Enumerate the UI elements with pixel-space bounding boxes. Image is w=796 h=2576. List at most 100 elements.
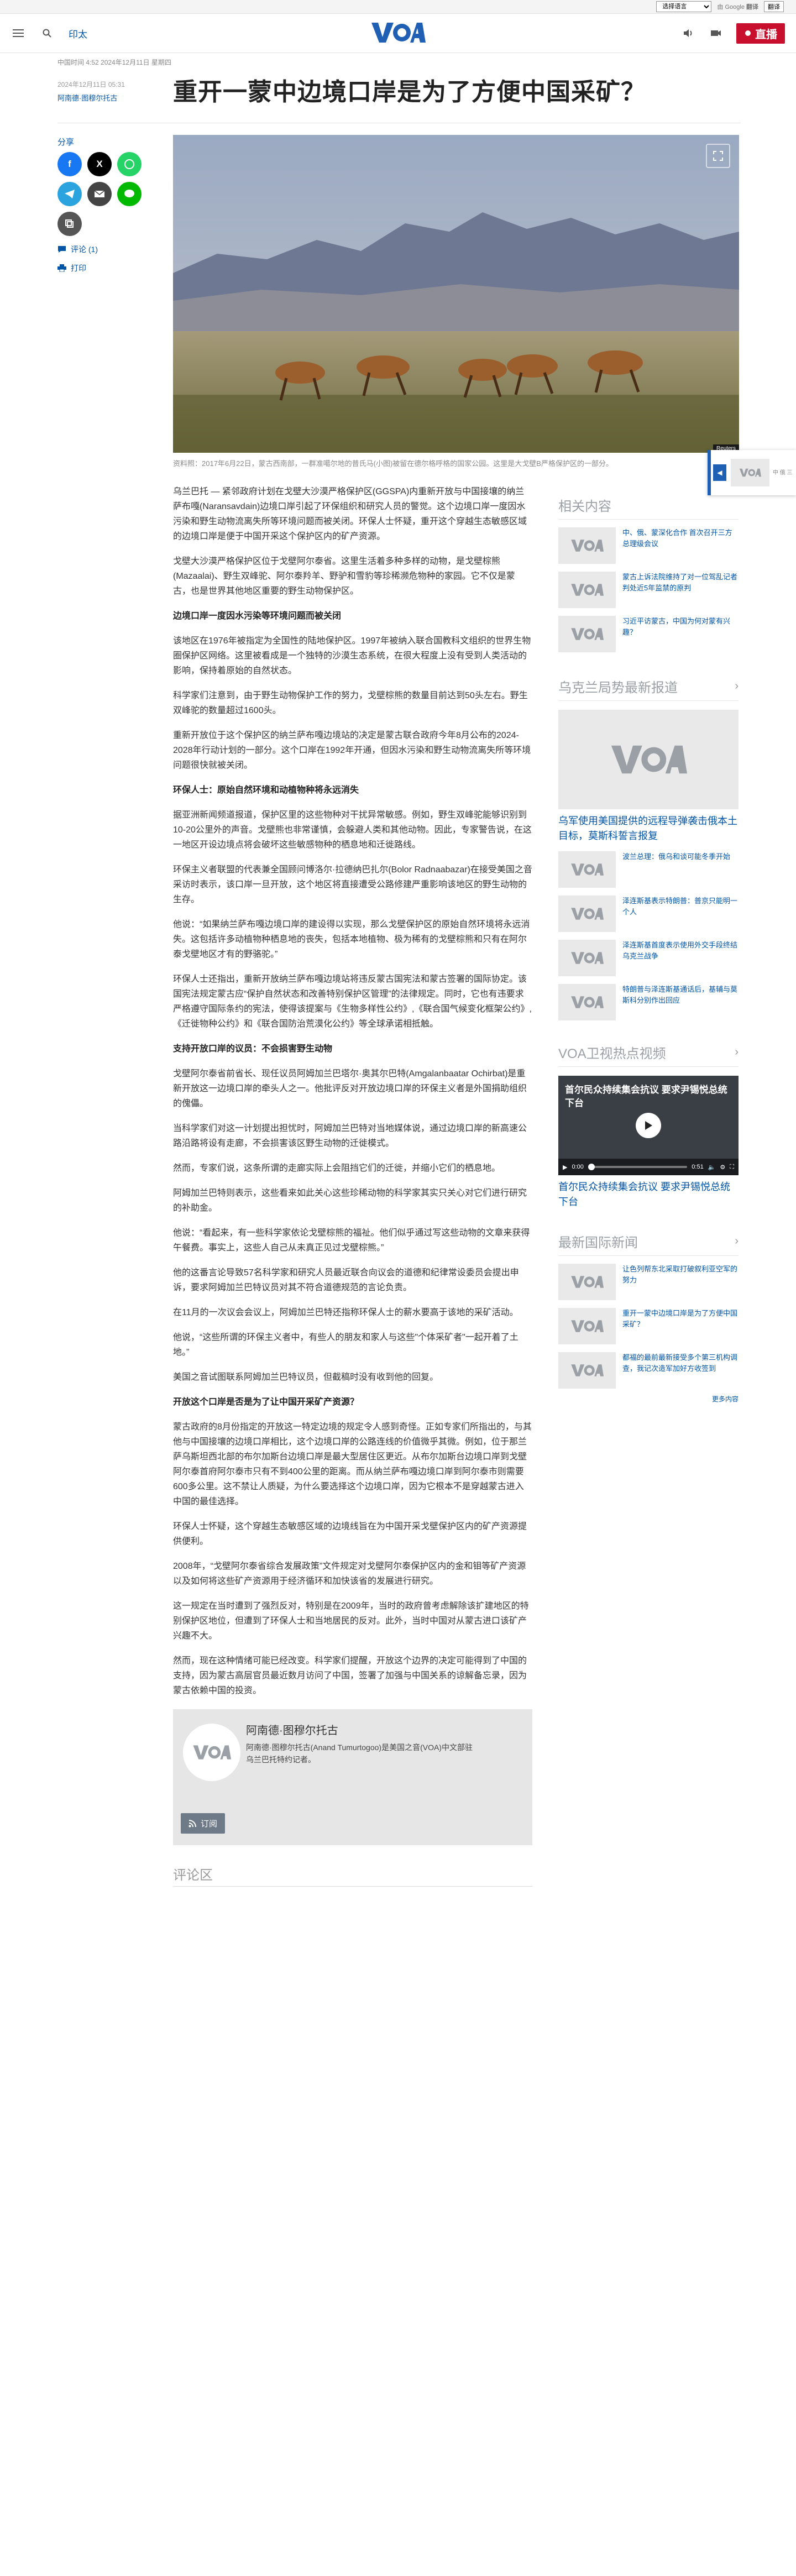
paragraph: 他说：“看起来，有一些科学家依论戈壁棕熊的福祉。他们似乎通过写这些动物的文章来获…: [173, 1228, 530, 1253]
whatsapp-icon[interactable]: [117, 152, 142, 176]
list-item-title[interactable]: 中、俄、蒙深化合作 首次召开三方总理级会议: [622, 527, 739, 564]
list-item[interactable]: 蒙古上诉法院维持了对一位驾乱记者判处近5年监禁的原判: [558, 572, 739, 608]
email-icon[interactable]: [87, 182, 112, 206]
list-item[interactable]: 重开一蒙中边境口岸是为了方便中国采矿？: [558, 1308, 739, 1344]
seek-knob[interactable]: [588, 1164, 595, 1170]
voa-placeholder-icon: [571, 1276, 604, 1288]
video-overlay-title: 首尔民众持续集会抗议 要求尹锡悦总统下台: [565, 1085, 727, 1108]
voa-placeholder-icon: [571, 540, 604, 552]
publish-date: 2024年12月11日 05:31: [57, 81, 125, 88]
list-item-title[interactable]: 波兰总理：俄乌和谈可能冬季开始: [622, 851, 730, 888]
thumbnail: [558, 896, 616, 932]
paragraph: 重新开放位于这个保护区的纳兰萨布嘎边境站的决定是蒙古联合政府今年8月公布的202…: [173, 731, 531, 770]
list-item-title[interactable]: 特朗普与泽连斯基通话后，基辅与莫斯科分别作出回应: [622, 984, 739, 1020]
language-select[interactable]: 选择语言: [656, 1, 712, 12]
list-item-title[interactable]: 习近平访蒙古，中国为何对蒙有兴趣？: [622, 616, 739, 652]
comments-link[interactable]: 评论 (1): [57, 244, 151, 255]
video-caption[interactable]: 首尔民众持续集会抗议 要求尹锡悦总统下台: [558, 1180, 739, 1210]
thumbnail: [558, 1352, 616, 1389]
list-item[interactable]: 泽连斯基表示特朗普：普京只能明一个人: [558, 896, 739, 932]
thumbnail: [558, 940, 616, 976]
line-icon[interactable]: [117, 182, 142, 206]
video-icon[interactable]: [709, 26, 723, 40]
audio-icon[interactable]: [681, 26, 695, 40]
list-item[interactable]: 让色列帮东北采取打破叙利亚空军的努力: [558, 1264, 739, 1300]
paragraph: 环保人士怀疑，这个穿越生态敏感区域的边境线旨在为中国开采戈壁保护区内的矿产资源提…: [173, 1522, 527, 1546]
share-label: 分享: [57, 138, 75, 147]
paragraph: 他说：“如果纳兰萨布嘎边境口岸的建设得以实现，那么戈壁保护区的原始自然环境将永远…: [173, 920, 530, 959]
author-name[interactable]: 阿南德·图穆尔托古: [246, 1721, 338, 1737]
video-controls: ▶ 0:00 0:51 🔈 ⚙ ⛶: [558, 1159, 739, 1175]
list-item-title[interactable]: 让色列帮东北采取打破叙利亚空军的努力: [622, 1264, 739, 1300]
paragraph: 据亚洲新闻频道报道，保护区里的这些物种对干扰异常敏感。例如，野生双峰驼能够识别到…: [173, 810, 532, 850]
section-link[interactable]: 印太: [69, 27, 87, 40]
feature-thumbnail: [558, 710, 739, 809]
subscribe-button[interactable]: 订阅: [181, 1813, 226, 1834]
play-small-icon[interactable]: ▶: [563, 1164, 567, 1171]
list-item[interactable]: 泽连斯基首度表示使用外交手段终结乌克兰战争: [558, 940, 739, 976]
paragraph: 这一规定在当时遭到了强烈反对，特别是在2009年，当时的政府曾考虑解除该扩建地区…: [173, 1601, 529, 1641]
chevron-icon[interactable]: ◀: [713, 464, 726, 481]
search-icon[interactable]: [40, 26, 54, 40]
print-icon: [57, 264, 66, 272]
list-item[interactable]: 习近平访蒙古，中国为何对蒙有兴趣？: [558, 616, 739, 652]
settings-icon[interactable]: ⚙: [720, 1164, 725, 1171]
copy-link-icon[interactable]: [57, 212, 82, 236]
list-item-title[interactable]: 泽连斯基表示特朗普：普京只能明一个人: [622, 896, 739, 932]
voa-placeholder-icon: [611, 745, 687, 774]
list-item-title[interactable]: 都福的最前最新接受多个第三机构调查，我记次造军加好方收签到: [622, 1352, 739, 1389]
translate-button[interactable]: 翻译: [764, 1, 784, 12]
avatar: [183, 1724, 240, 1781]
author-bio: 阿南德·图穆尔托古(Anand Tumurtogoo)是美国之音(VOA)中文部…: [246, 1743, 473, 1764]
live-label: 直播: [755, 28, 777, 41]
paragraph: 然而，专家们说，这条所谓的走廊实际上会阻挡它们的迁徙，并缩小它们的栖息地。: [173, 1164, 501, 1173]
live-button[interactable]: 直播: [736, 23, 785, 44]
facebook-icon[interactable]: f: [57, 152, 82, 176]
play-icon[interactable]: [636, 1113, 661, 1138]
ukraine-title[interactable]: 乌克兰局势最新报道 ›: [558, 677, 739, 701]
intl-news-title[interactable]: 最新国际新闻 ›: [558, 1232, 739, 1256]
share-panel: 分享 f X 评论 (1) 打印: [57, 136, 151, 274]
expand-icon[interactable]: [706, 144, 730, 168]
paragraph: 乌兰巴托 — 紧邻政府计划在戈壁大沙漠严格保护区(GGSPA)内重新开放与中国接…: [173, 487, 527, 541]
floating-related-card[interactable]: ◀ 中 俄 三: [708, 450, 796, 495]
feature-title[interactable]: 乌军使用美国提供的远程导弹袭击俄本土目标，莫斯科誓言报复: [558, 814, 739, 844]
video-player[interactable]: 首尔民众持续集会抗议 要求尹锡悦总统下台 ▶ 0:00 0:51 🔈 ⚙ ⛶: [558, 1076, 739, 1175]
thumbnail: [558, 1264, 616, 1300]
list-item[interactable]: 都福的最前最新接受多个第三机构调查，我记次造军加好方收签到: [558, 1352, 739, 1389]
fullscreen-icon[interactable]: ⛶: [730, 1164, 734, 1171]
paragraph: 戈壁大沙漠严格保护区位于戈壁阿尔泰省。这里生活着多种多样的动物，是戈壁棕熊(Ma…: [173, 557, 515, 596]
print-link[interactable]: 打印: [57, 263, 151, 274]
list-item-title[interactable]: 蒙古上诉法院维持了对一位驾乱记者判处近5年监禁的原判: [622, 572, 739, 608]
menu-icon[interactable]: [11, 26, 25, 40]
list-item[interactable]: 中、俄、蒙深化合作 首次召开三方总理级会议: [558, 527, 739, 564]
list-item[interactable]: 特朗普与泽连斯基通话后，基辅与莫斯科分别作出回应: [558, 984, 739, 1020]
paragraph: 阿姆加兰巴特则表示，这些看来如此关心这些珍稀动物的科学家其实只关心对它们进行研究…: [173, 1188, 527, 1213]
list-item[interactable]: 波兰总理：俄乌和谈可能冬季开始: [558, 851, 739, 888]
x-icon[interactable]: X: [87, 152, 112, 176]
section-heading: 边境口岸一度因水污染等环境问题而被关闭: [173, 611, 342, 621]
thumbnail: [558, 527, 616, 564]
seek-bar[interactable]: [588, 1164, 688, 1170]
paragraph: 蒙古政府的8月份指定的开放这一特定边境的规定令人感到奇怪。正如专家们所指出的，与…: [173, 1422, 532, 1506]
right-rail: 相关内容 中、俄、蒙深化合作 首次召开三方总理级会议 蒙古上诉法院维持了对一位驾乱…: [558, 495, 739, 1404]
article-meta: 2024年12月11日 05:31 阿南德·图穆尔托古: [57, 77, 151, 103]
voa-logo[interactable]: [370, 22, 426, 46]
current-time: 0:00: [572, 1164, 584, 1170]
comments-title: 评论区: [173, 1868, 213, 1883]
telegram-icon[interactable]: [57, 182, 82, 206]
paragraph: 他说，“这些所谓的环保主义者中，有些人的朋友和家人与这些"个体采矿者"一起开着了…: [173, 1333, 519, 1357]
chevron-right-icon: ›: [735, 680, 739, 692]
thumbnail: [558, 616, 616, 652]
author-link[interactable]: 阿南德·图穆尔托古: [57, 92, 151, 103]
hero-image[interactable]: Reuters: [173, 135, 739, 453]
video-section-title[interactable]: VOA卫视热点视频 ›: [558, 1043, 739, 1067]
feature-story[interactable]: 乌军使用美国提供的远程导弹袭击俄本土目标，莫斯科誓言报复: [558, 710, 739, 844]
section-heading: 开放这个口岸是否是为了让中国开采矿产资源？: [173, 1397, 359, 1407]
total-time: 0:51: [692, 1164, 704, 1170]
volume-icon[interactable]: 🔈: [708, 1164, 716, 1171]
list-item-title[interactable]: 重开一蒙中边境口岸是为了方便中国采矿？: [622, 1308, 739, 1344]
author-box: 阿南德·图穆尔托古 阿南德·图穆尔托古(Anand Tumurtogoo)是美国…: [173, 1709, 532, 1845]
more-link[interactable]: 更多内容: [558, 1394, 739, 1404]
list-item-title[interactable]: 泽连斯基首度表示使用外交手段终结乌克兰战争: [622, 940, 739, 976]
